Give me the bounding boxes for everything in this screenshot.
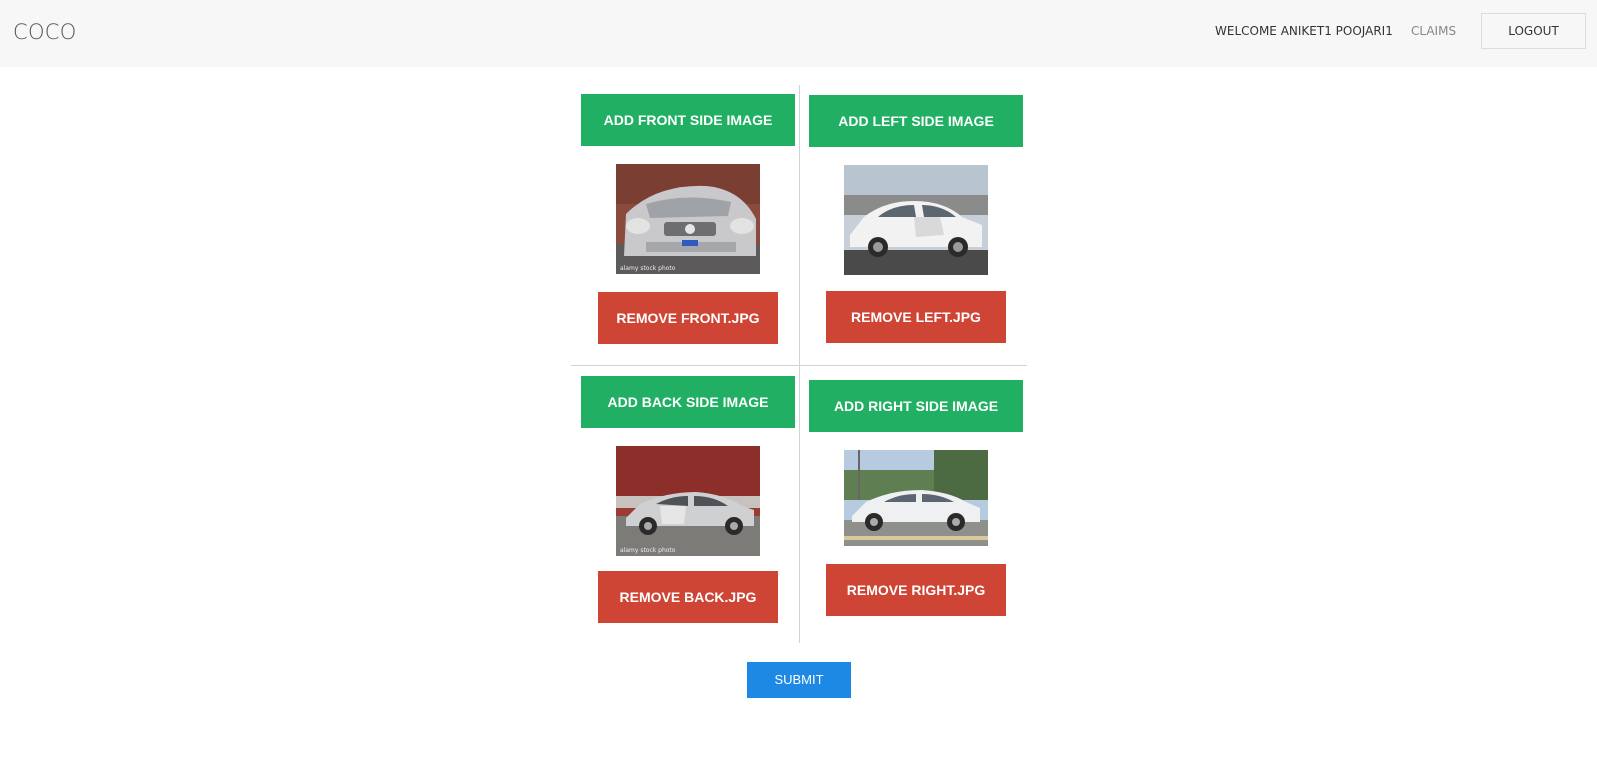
left-car-image bbox=[844, 165, 988, 275]
submit-button[interactable]: SUBMIT bbox=[747, 662, 851, 698]
back-car-image bbox=[616, 446, 760, 556]
image-watermark: alamy stock photo bbox=[620, 547, 676, 554]
back-image-thumbnail: alamy stock photo bbox=[616, 446, 760, 556]
logout-button[interactable]: LOGOUT bbox=[1481, 13, 1586, 49]
right-image-thumbnail bbox=[844, 450, 988, 546]
front-car-image bbox=[616, 164, 760, 274]
remove-right-image-button[interactable]: REMOVE RIGHT.JPG bbox=[826, 564, 1006, 616]
remove-left-image-button[interactable]: REMOVE LEFT.JPG bbox=[826, 291, 1006, 343]
navbar: COCO WELCOME ANIKET1 POOJARI1 CLAIMS LOG… bbox=[0, 0, 1597, 67]
front-image-thumbnail: alamy stock photo bbox=[616, 164, 760, 274]
horizontal-divider bbox=[571, 365, 1027, 366]
remove-front-image-button[interactable]: REMOVE FRONT.JPG bbox=[598, 292, 778, 344]
add-front-image-button[interactable]: ADD FRONT SIDE IMAGE bbox=[581, 94, 795, 146]
add-left-image-button[interactable]: ADD LEFT SIDE IMAGE bbox=[809, 95, 1023, 147]
vertical-divider bbox=[799, 85, 800, 643]
brand-logo[interactable]: COCO bbox=[13, 20, 77, 44]
claims-link[interactable]: CLAIMS bbox=[1411, 24, 1456, 38]
right-car-image bbox=[844, 450, 988, 546]
image-watermark: alamy stock photo bbox=[620, 265, 676, 272]
remove-back-image-button[interactable]: REMOVE BACK.JPG bbox=[598, 571, 778, 623]
add-back-image-button[interactable]: ADD BACK SIDE IMAGE bbox=[581, 376, 795, 428]
welcome-user-label: WELCOME ANIKET1 POOJARI1 bbox=[1215, 24, 1393, 38]
add-right-image-button[interactable]: ADD RIGHT SIDE IMAGE bbox=[809, 380, 1023, 432]
left-image-thumbnail bbox=[844, 165, 988, 275]
